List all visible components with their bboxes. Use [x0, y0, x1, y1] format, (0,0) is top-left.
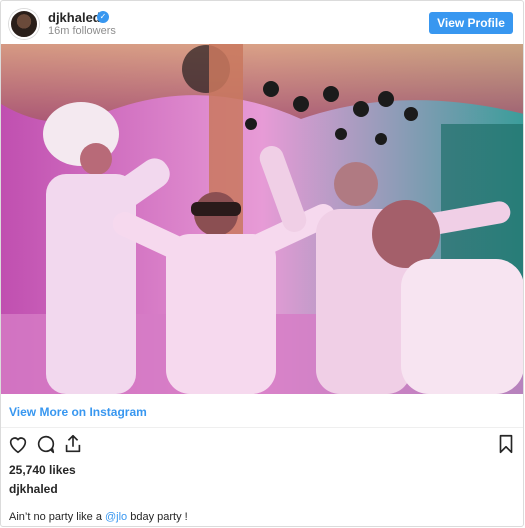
- username[interactable]: djkhaled: [48, 10, 101, 25]
- post-photo[interactable]: [1, 44, 523, 394]
- action-bar: [1, 433, 523, 463]
- post-owner-username[interactable]: djkhaled: [9, 482, 58, 496]
- caption-prefix: Ain’t no party like a: [9, 511, 105, 523]
- view-more-link[interactable]: View More on Instagram: [9, 405, 147, 419]
- heart-icon[interactable]: [7, 433, 31, 457]
- follower-count: 16m followers: [48, 25, 116, 37]
- party-photo-illustration: [1, 44, 523, 394]
- post-header: djkhaled ✓ 16m followers View Profile: [1, 1, 523, 44]
- view-profile-button[interactable]: View Profile: [429, 12, 513, 34]
- instagram-embed-card: djkhaled ✓ 16m followers View Profile Vi…: [0, 0, 524, 527]
- mention-link[interactable]: @jlo: [105, 511, 127, 523]
- view-more-bar: View More on Instagram: [1, 394, 523, 428]
- like-count: 25,740 likes: [9, 463, 76, 477]
- verified-badge-icon: ✓: [97, 11, 109, 23]
- bookmark-icon[interactable]: [495, 433, 519, 457]
- share-icon[interactable]: [62, 433, 86, 457]
- caption-suffix: bday party !: [127, 511, 188, 523]
- comment-icon[interactable]: [35, 433, 59, 457]
- avatar[interactable]: [9, 9, 39, 39]
- post-caption: Ain’t no party like a @jlo bday party !: [9, 511, 188, 523]
